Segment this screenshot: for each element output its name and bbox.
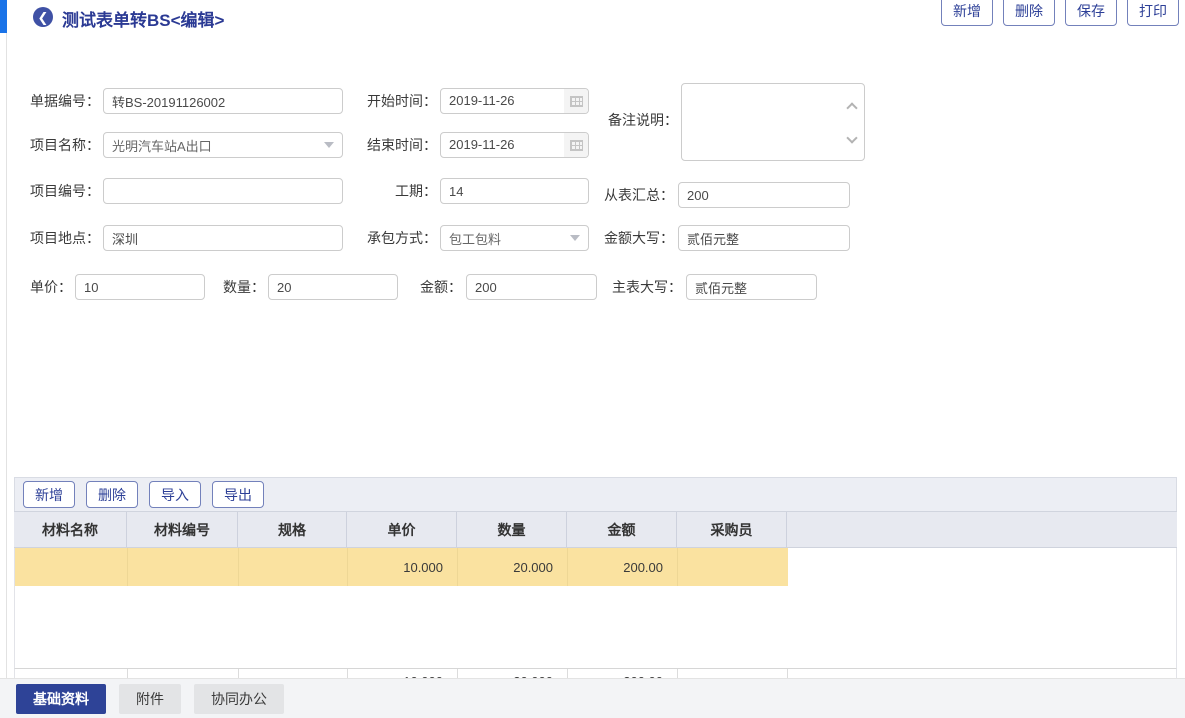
delete-button[interactable]: 删除 (1003, 0, 1055, 26)
chevron-left-icon: ❮ (38, 11, 49, 24)
sub-total-label: 从表汇总： (590, 182, 674, 208)
end-time-picker[interactable]: 2019-11-26 (440, 132, 589, 158)
print-button[interactable]: 打印 (1127, 0, 1179, 26)
unit-price-input[interactable] (75, 274, 205, 300)
contract-mode-select[interactable]: 包工包料 (440, 225, 589, 251)
cell-spec (239, 548, 348, 586)
add-button[interactable]: 新增 (941, 0, 993, 26)
dropdown-arrow-icon (324, 142, 334, 148)
row-add-button[interactable]: 新增 (23, 481, 75, 508)
end-time-value: 2019-11-26 (441, 133, 564, 157)
project-name-label: 项目名称： (0, 132, 100, 158)
quantity-input[interactable] (268, 274, 398, 300)
export-button[interactable]: 导出 (212, 481, 264, 508)
table-toolbar: 新增 删除 导入 导出 (14, 477, 1177, 511)
table-body: 10.000 20.000 200.00 (14, 548, 1177, 668)
start-time-value: 2019-11-26 (441, 89, 564, 113)
project-no-label: 项目编号： (0, 178, 100, 204)
contract-mode-value: 包工包料 (449, 229, 501, 248)
back-button[interactable]: ❮ (33, 7, 53, 27)
cell-material-no (128, 548, 239, 586)
cell-amount: 200.00 (568, 548, 678, 586)
col-filler (787, 512, 1177, 547)
start-time-calendar-button[interactable] (564, 89, 588, 113)
page-title: 测试表单转BS<编辑> (62, 6, 224, 31)
table-row-selected[interactable]: 10.000 20.000 200.00 (15, 548, 788, 586)
table-header-row: 材料名称 材料编号 规格 单价 数量 金额 采购员 (14, 511, 1177, 548)
tab-basic-info[interactable]: 基础资料 (16, 684, 106, 714)
header-actions: 新增 删除 保存 打印 (941, 0, 1179, 26)
project-no-input[interactable] (103, 178, 343, 204)
remark-label: 备注说明： (594, 107, 678, 133)
cell-unit-price: 10.000 (348, 548, 458, 586)
col-unit-price: 单价 (347, 512, 457, 547)
start-time-picker[interactable]: 2019-11-26 (440, 88, 589, 114)
location-input[interactable] (103, 225, 343, 251)
quantity-label: 数量： (195, 274, 265, 300)
left-accent-bar (0, 0, 7, 33)
end-time-calendar-button[interactable] (564, 133, 588, 157)
contract-mode-label: 承包方式： (340, 225, 437, 251)
cell-purchaser (678, 548, 788, 586)
amount-label: 金额： (392, 274, 462, 300)
tab-collaboration[interactable]: 协同办公 (194, 684, 284, 714)
bottom-tab-bar: 基础资料 附件 协同办公 (0, 678, 1185, 718)
unit-price-label: 单价： (0, 274, 72, 300)
duration-label: 工期： (340, 178, 437, 204)
cell-material-name (15, 548, 128, 586)
col-quantity: 数量 (457, 512, 567, 547)
import-button[interactable]: 导入 (149, 481, 201, 508)
doc-no-input[interactable] (103, 88, 343, 114)
calendar-icon (570, 96, 583, 107)
amount-caps-input[interactable] (678, 225, 850, 251)
sub-total-input[interactable] (678, 182, 850, 208)
col-amount: 金额 (567, 512, 677, 547)
doc-no-label: 单据编号： (0, 88, 100, 114)
calendar-icon (570, 140, 583, 151)
material-detail-table: 新增 删除 导入 导出 材料名称 材料编号 规格 单价 数量 金额 采购员 10… (14, 477, 1177, 695)
amount-input[interactable] (466, 274, 597, 300)
project-name-value: 光明汽车站A出口 (112, 136, 212, 155)
project-name-select[interactable]: 光明汽车站A出口 (103, 132, 343, 158)
row-delete-button[interactable]: 删除 (86, 481, 138, 508)
amount-caps-label: 金额大写： (590, 225, 674, 251)
main-caps-label: 主表大写： (598, 274, 682, 300)
cell-quantity: 20.000 (458, 548, 568, 586)
col-material-no: 材料编号 (127, 512, 238, 547)
col-material-name: 材料名称 (14, 512, 127, 547)
location-label: 项目地点： (0, 225, 100, 251)
remark-field-wrap (681, 83, 865, 161)
main-caps-input[interactable] (686, 274, 817, 300)
save-button[interactable]: 保存 (1065, 0, 1117, 26)
end-time-label: 结束时间： (340, 132, 437, 158)
start-time-label: 开始时间： (340, 88, 437, 114)
duration-input[interactable] (440, 178, 589, 204)
remark-textarea[interactable] (682, 84, 864, 160)
tab-attachments[interactable]: 附件 (119, 684, 181, 714)
col-purchaser: 采购员 (677, 512, 787, 547)
col-spec: 规格 (238, 512, 347, 547)
dropdown-arrow-icon (570, 235, 580, 241)
form-edit-page: ❮ 测试表单转BS<编辑> 新增 删除 保存 打印 单据编号： 开始时间： 20… (0, 0, 1185, 718)
